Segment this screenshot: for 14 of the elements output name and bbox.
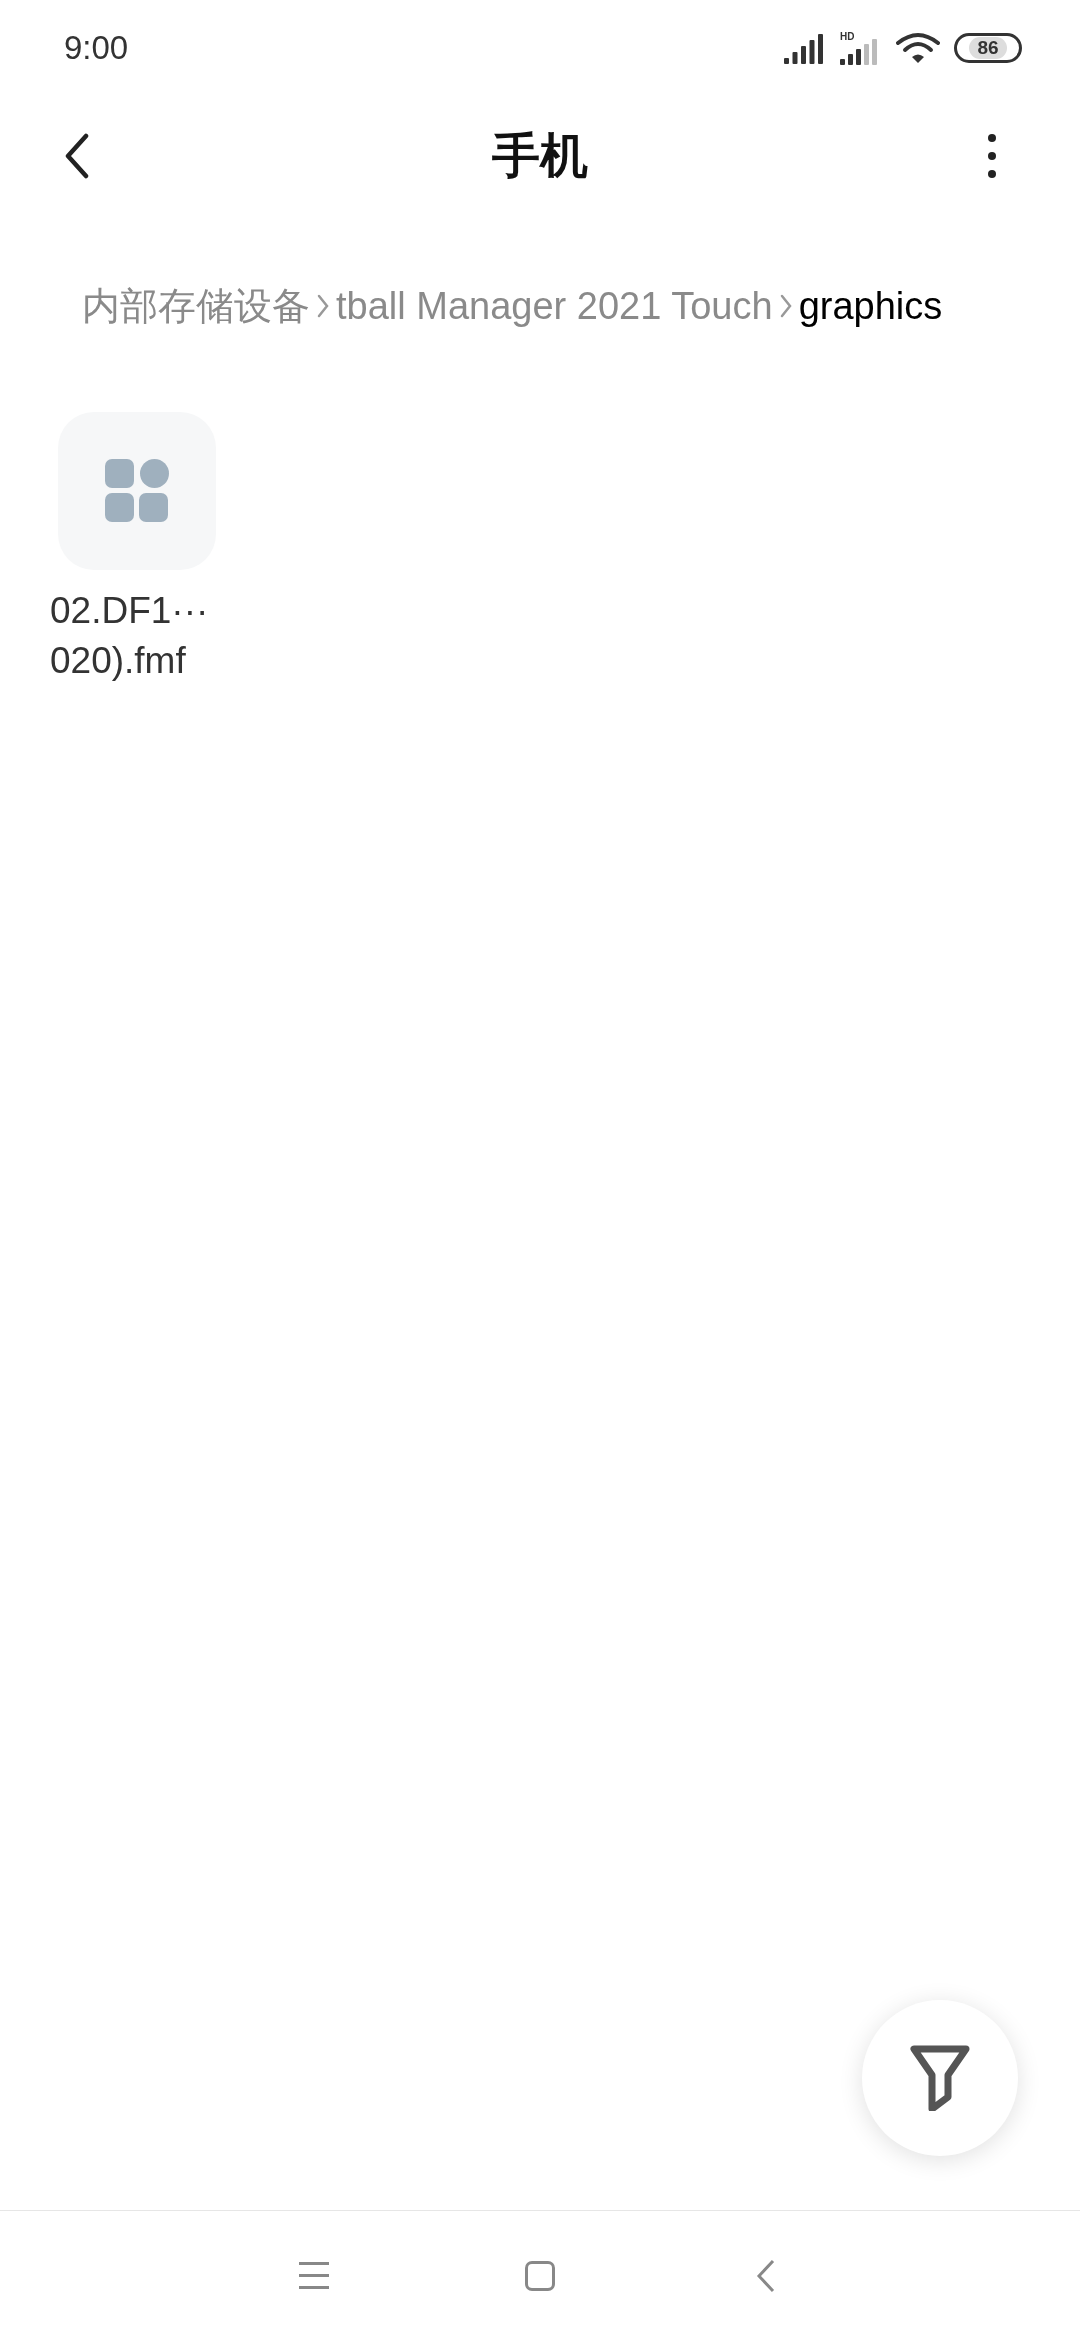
filter-icon <box>910 2045 970 2111</box>
chevron-left-icon <box>756 2258 776 2293</box>
file-name: 02.DF1··· <box>50 589 209 633</box>
chevron-left-icon <box>64 133 90 179</box>
file-name: 020).fmf <box>50 639 186 683</box>
page-title: 手机 <box>492 128 588 184</box>
app-grid-icon <box>105 459 169 523</box>
signal-icon <box>784 32 826 64</box>
status-time: 9:00 <box>64 28 129 69</box>
breadcrumb-item[interactable]: graphics <box>798 277 943 335</box>
chevron-right-icon <box>778 293 793 319</box>
wifi-icon <box>896 31 940 65</box>
battery-indicator: 86 <box>954 33 1022 63</box>
chevron-right-icon <box>316 293 330 319</box>
